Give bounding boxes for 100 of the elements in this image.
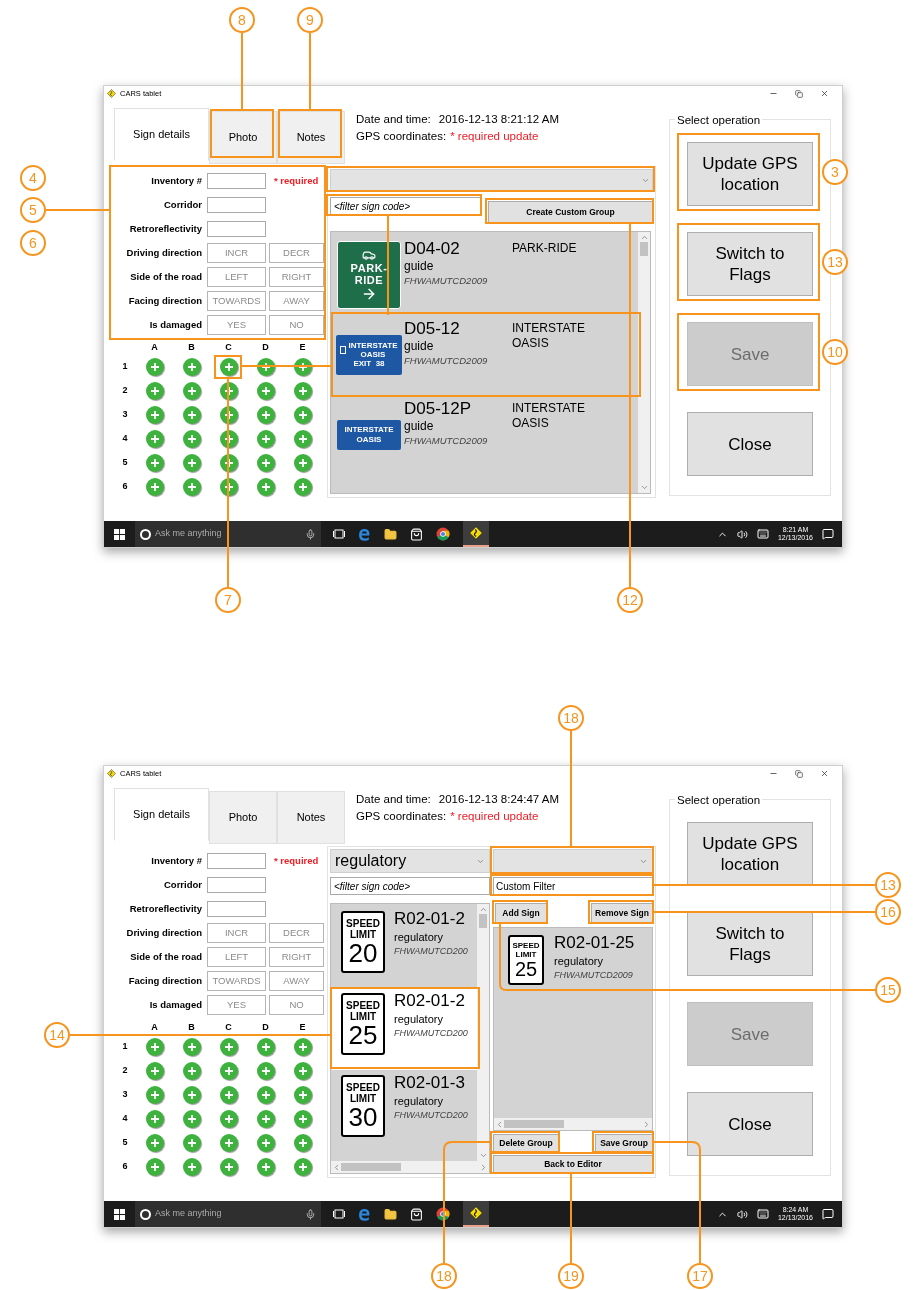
remove-sign-button[interactable]: Remove Sign (591, 903, 653, 923)
save-group-button[interactable]: Save Group (595, 1134, 653, 1152)
category-dropdown[interactable]: regulatory (330, 849, 490, 873)
add-flag-button[interactable] (256, 1158, 275, 1176)
add-flag-button[interactable] (182, 1110, 201, 1128)
task-view-icon[interactable] (333, 529, 345, 539)
text-field[interactable] (207, 173, 266, 189)
custom-filter-field[interactable]: Custom Filter (493, 877, 653, 895)
operation-button[interactable]: Switch to Flags (687, 232, 813, 296)
cars-taskbar-button[interactable] (463, 521, 489, 547)
add-flag-button[interactable] (145, 1062, 164, 1080)
option-button[interactable]: RIGHT (269, 947, 324, 967)
scroll-right-icon[interactable] (479, 1162, 488, 1172)
option-button[interactable]: DECR (269, 923, 324, 943)
scroll-thumb[interactable] (640, 242, 648, 256)
tab[interactable]: Photo (209, 791, 277, 844)
scroll-left-icon[interactable] (495, 1119, 504, 1129)
operation-button[interactable]: Close (687, 1092, 813, 1156)
add-flag-button[interactable] (256, 1086, 275, 1104)
add-flag-button[interactable] (293, 430, 312, 448)
operation-button[interactable]: Close (687, 412, 813, 476)
add-flag-button[interactable] (182, 1134, 201, 1152)
add-flag-button[interactable] (256, 454, 275, 472)
restore-icon[interactable] (795, 769, 803, 778)
text-field[interactable] (207, 877, 266, 893)
add-flag-button[interactable] (182, 406, 201, 424)
add-flag-button[interactable] (219, 1110, 238, 1128)
scroll-down-icon[interactable] (478, 1151, 488, 1160)
windows-logo-icon[interactable] (114, 1208, 125, 1220)
add-flag-button[interactable] (145, 358, 164, 376)
add-flag-button[interactable] (145, 478, 164, 496)
add-flag-button[interactable] (293, 1134, 312, 1152)
scroll-thumb[interactable] (504, 1120, 564, 1128)
notification-icon[interactable] (822, 1208, 834, 1220)
back-to-editor-button[interactable]: Back to Editor (493, 1155, 653, 1173)
store-bag-icon[interactable] (410, 527, 423, 541)
add-flag-button[interactable] (219, 1062, 238, 1080)
option-button[interactable]: LEFT (207, 267, 266, 287)
store-bag-icon[interactable] (410, 1207, 423, 1221)
add-flag-button[interactable] (256, 1062, 275, 1080)
option-button[interactable]: INCR (207, 923, 266, 943)
search-box[interactable]: Ask me anything (135, 1201, 321, 1227)
add-flag-button[interactable] (145, 406, 164, 424)
notification-icon[interactable] (822, 528, 834, 540)
scroll-right-icon[interactable] (642, 1119, 651, 1129)
add-flag-button[interactable] (182, 454, 201, 472)
add-flag-button[interactable] (256, 382, 275, 400)
restore-icon[interactable] (795, 89, 803, 98)
add-flag-button[interactable] (293, 1158, 312, 1176)
add-flag-button[interactable] (145, 382, 164, 400)
text-field[interactable] (207, 221, 266, 237)
scroll-up-icon[interactable] (639, 233, 649, 242)
option-button[interactable]: TOWARDS (207, 971, 266, 991)
option-button[interactable]: RIGHT (269, 267, 324, 287)
add-flag-button[interactable] (219, 358, 238, 376)
create-custom-group-button[interactable]: Create Custom Group (488, 201, 653, 223)
microphone-icon[interactable] (305, 1208, 316, 1220)
add-flag-button[interactable] (293, 382, 312, 400)
option-button[interactable]: NO (269, 995, 324, 1015)
browser-icon[interactable] (358, 527, 371, 541)
option-button[interactable]: AWAY (269, 971, 324, 991)
microphone-icon[interactable] (305, 528, 316, 540)
scroll-left-icon[interactable] (332, 1162, 341, 1172)
option-button[interactable]: YES (207, 315, 266, 335)
chrome-icon[interactable] (436, 527, 450, 541)
operation-button[interactable]: Switch to Flags (687, 912, 813, 976)
tab[interactable]: Notes (277, 111, 345, 164)
add-flag-button[interactable] (145, 454, 164, 472)
keyboard-icon[interactable] (756, 528, 769, 540)
add-flag-button[interactable] (182, 1062, 201, 1080)
tab[interactable]: Notes (277, 791, 345, 844)
tab[interactable]: Sign details (114, 788, 209, 841)
option-button[interactable]: INCR (207, 243, 266, 263)
option-button[interactable]: TOWARDS (207, 291, 266, 311)
add-flag-button[interactable] (145, 1134, 164, 1152)
tab[interactable]: Photo (209, 111, 277, 164)
browser-icon[interactable] (358, 1207, 371, 1221)
close-icon[interactable] (820, 769, 829, 778)
add-flag-button[interactable] (256, 478, 275, 496)
search-box[interactable]: Ask me anything (135, 521, 321, 547)
scrollbar[interactable] (477, 904, 489, 1161)
add-flag-button[interactable] (256, 1038, 275, 1056)
keyboard-icon[interactable] (756, 1208, 769, 1220)
text-field[interactable] (207, 853, 266, 869)
filter-field[interactable]: <filter sign code> (330, 197, 481, 215)
text-field[interactable] (207, 197, 266, 213)
add-flag-button[interactable] (293, 1062, 312, 1080)
add-flag-button[interactable] (256, 430, 275, 448)
add-flag-button[interactable] (145, 1110, 164, 1128)
add-flag-button[interactable] (293, 1038, 312, 1056)
add-flag-button[interactable] (182, 1158, 201, 1176)
sign-list-item[interactable]: SPEED LIMIT 25 R02-01-2 regulatory FHWAMUTCD200 (332, 988, 477, 1070)
add-flag-button[interactable] (145, 1158, 164, 1176)
scroll-down-icon[interactable] (639, 483, 649, 492)
add-flag-button[interactable] (256, 406, 275, 424)
tab[interactable]: Sign details (114, 108, 209, 161)
add-flag-button[interactable] (182, 1038, 201, 1056)
folder-icon[interactable] (384, 1207, 397, 1221)
option-button[interactable]: NO (269, 315, 324, 335)
add-flag-button[interactable] (293, 478, 312, 496)
